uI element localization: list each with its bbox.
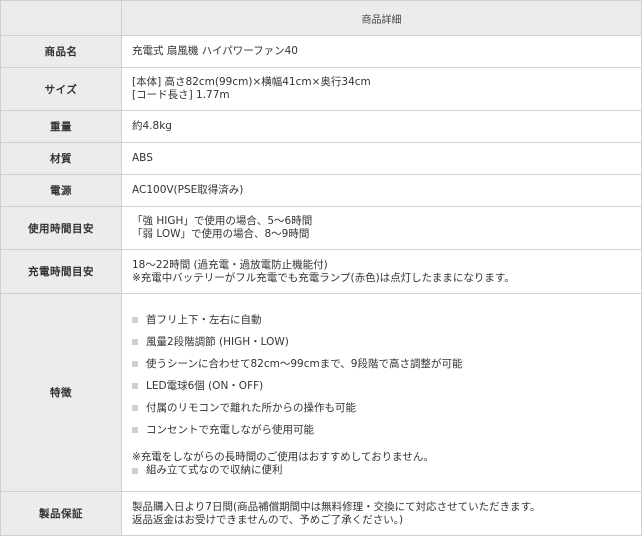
table-row: 電源 AC100V(PSE取得済み) <box>0 174 642 207</box>
row-label-power: 電源 <box>0 174 122 207</box>
value-line: ※充電中バッテリーがフル充電でも充電ランプ(赤色)は点灯したままになります。 <box>132 271 515 284</box>
list-item: LED電球6個 (ON・OFF) <box>132 375 635 397</box>
square-bullet-icon <box>132 316 138 323</box>
value-line: [コード長さ] 1.77m <box>132 89 230 101</box>
feature-text: LED電球6個 (ON・OFF) <box>146 379 264 392</box>
value-line: 製品購入日より7日間(商品補償期間中は無料修理・交換にて対応させていただきます。 <box>132 500 541 513</box>
product-detail-table: 商品詳細 商品名 充電式 扇風機 ハイパワーファン40 サイズ [本体] 高さ8… <box>0 0 642 536</box>
value-line: 返品返金はお受けできませんので、予めご了承ください。) <box>132 513 404 526</box>
feature-text: 風量2段階調節 (HIGH・LOW) <box>146 335 289 348</box>
row-value-material: ABS <box>121 142 642 175</box>
row-value-weight: 約4.8kg <box>121 110 642 143</box>
row-label-weight: 重量 <box>0 110 122 143</box>
square-bullet-icon <box>132 404 138 411</box>
note-sub-text: 組み立て式なので収納に便利 <box>146 463 283 476</box>
table-row: 特徴 首フリ上下・左右に自動 風量2段階調節 (HIGH・LOW) 使うシーンに… <box>0 293 642 492</box>
row-label-product-name: 商品名 <box>0 35 122 68</box>
table-row: サイズ [本体] 高さ82cm(99cm)×横幅41cm×奥行34cm [コード… <box>0 67 642 111</box>
feature-note: ※充電をしながらの長時間のご使用はおすすめしておりません。 組み立て式なので収納… <box>132 451 635 477</box>
header-blank-cell <box>0 0 122 36</box>
row-value-size: [本体] 高さ82cm(99cm)×横幅41cm×奥行34cm [コード長さ] … <box>121 67 642 111</box>
feature-text: 付属のリモコンで離れた所からの操作も可能 <box>146 401 356 414</box>
row-value-usage-time: 「強 HIGH」で使用の場合、5～6時間 「弱 LOW」で使用の場合、8～9時間 <box>121 206 642 250</box>
value-line: ABS <box>132 152 153 164</box>
row-label-warranty: 製品保証 <box>0 491 122 536</box>
square-bullet-icon <box>132 467 138 474</box>
row-value-warranty: 製品購入日より7日間(商品補償期間中は無料修理・交換にて対応させていただきます。… <box>121 491 642 536</box>
table-header-row: 商品詳細 <box>0 0 642 36</box>
list-item: 風量2段階調節 (HIGH・LOW) <box>132 331 635 353</box>
note-text: ※充電をしながらの長時間のご使用はおすすめしておりません。 <box>132 450 434 463</box>
value-line: 18～22時間 (過充電・過放電防止機能付) <box>132 258 328 271</box>
square-bullet-icon <box>132 382 138 389</box>
table-row: 充電時間目安 18～22時間 (過充電・過放電防止機能付) ※充電中バッテリーが… <box>0 249 642 294</box>
value-line: 充電式 扇風機 ハイパワーファン40 <box>132 45 298 57</box>
row-label-features: 特徴 <box>0 293 122 492</box>
table-row: 商品名 充電式 扇風機 ハイパワーファン40 <box>0 35 642 68</box>
table-row: 製品保証 製品購入日より7日間(商品補償期間中は無料修理・交換にて対応させていた… <box>0 491 642 536</box>
row-label-charge-time: 充電時間目安 <box>0 249 122 294</box>
table-row: 重量 約4.8kg <box>0 110 642 143</box>
row-value-features: 首フリ上下・左右に自動 風量2段階調節 (HIGH・LOW) 使うシーンに合わせ… <box>121 293 642 492</box>
table-title: 商品詳細 <box>121 0 642 36</box>
row-value-power: AC100V(PSE取得済み) <box>121 174 642 207</box>
value-line: AC100V(PSE取得済み) <box>132 184 244 196</box>
row-value-charge-time: 18～22時間 (過充電・過放電防止機能付) ※充電中バッテリーがフル充電でも充… <box>121 249 642 294</box>
value-line: [本体] 高さ82cm(99cm)×横幅41cm×奥行34cm <box>132 76 371 88</box>
list-item: コンセントで充電しながら使用可能 <box>132 419 635 441</box>
list-item: 使うシーンに合わせて82cm～99cmまで、9段階で高さ調整が可能 <box>132 353 635 375</box>
square-bullet-icon <box>132 426 138 433</box>
square-bullet-icon <box>132 360 138 367</box>
row-value-product-name: 充電式 扇風機 ハイパワーファン40 <box>121 35 642 68</box>
feature-list: 首フリ上下・左右に自動 風量2段階調節 (HIGH・LOW) 使うシーンに合わせ… <box>132 309 635 441</box>
row-label-size: サイズ <box>0 67 122 111</box>
table-row: 使用時間目安 「強 HIGH」で使用の場合、5～6時間 「弱 LOW」で使用の場… <box>0 206 642 250</box>
list-item: 首フリ上下・左右に自動 <box>132 309 635 331</box>
square-bullet-icon <box>132 338 138 345</box>
value-line: 約4.8kg <box>132 120 172 132</box>
list-item: 付属のリモコンで離れた所からの操作も可能 <box>132 397 635 419</box>
row-label-usage-time: 使用時間目安 <box>0 206 122 250</box>
value-line: 「弱 LOW」で使用の場合、8～9時間 <box>132 228 310 240</box>
note-sub-item: 組み立て式なので収納に便利 <box>132 464 635 477</box>
table-row: 材質 ABS <box>0 142 642 175</box>
feature-text: 首フリ上下・左右に自動 <box>146 313 262 326</box>
row-label-material: 材質 <box>0 142 122 175</box>
feature-text: 使うシーンに合わせて82cm～99cmまで、9段階で高さ調整が可能 <box>146 357 463 370</box>
feature-text: コンセントで充電しながら使用可能 <box>146 423 314 436</box>
value-line: 「強 HIGH」で使用の場合、5～6時間 <box>132 215 313 227</box>
